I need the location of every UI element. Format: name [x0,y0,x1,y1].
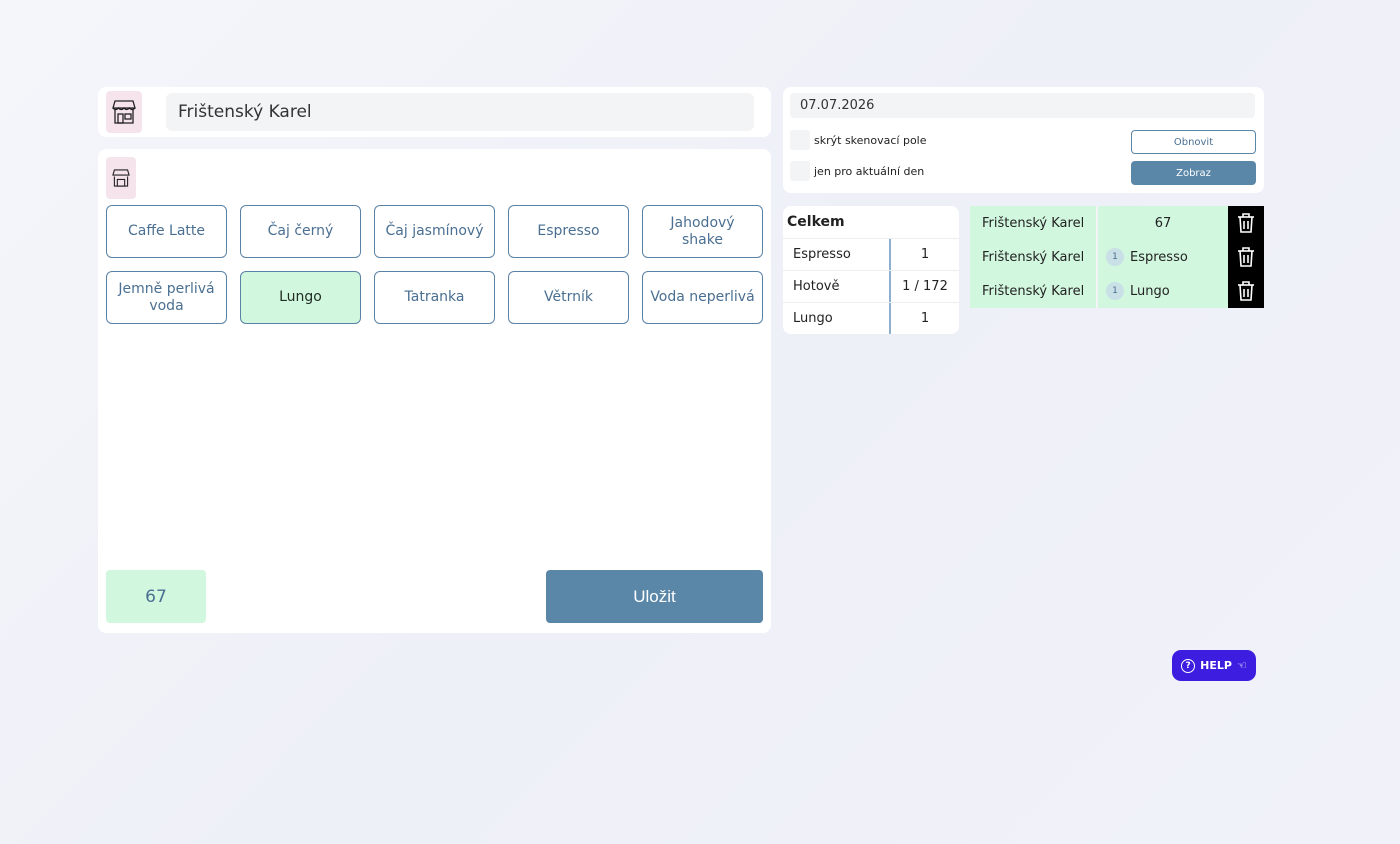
order-customer: Frištenský Karel [970,240,1098,274]
shop-icon [106,91,142,133]
refresh-button[interactable]: Obnovit [1131,130,1256,154]
trash-icon[interactable] [1228,240,1264,274]
product-grid: Caffe Latte Čaj černý Čaj jasmínový Espr… [106,205,763,324]
shop-icon-small [106,157,136,199]
hide-scan-checkbox[interactable] [790,130,810,150]
summary-label: Espresso [793,247,851,262]
trash-icon[interactable] [1228,274,1264,308]
help-label: HELP [1200,659,1232,672]
summary-row: Lungo 1 [783,302,959,334]
summary-row: Hotově 1 / 172 [783,270,959,302]
summary-row: Espresso 1 [783,238,959,270]
summary-label: Lungo [793,311,833,326]
order-row: Frištenský Karel 1 Espresso [970,240,1264,274]
summary-value: 1 [889,239,959,270]
product-button-selected[interactable]: Lungo [240,271,361,324]
product-button[interactable]: Jahodový shake [642,205,763,258]
order-value: 1 Lungo [1098,274,1228,308]
order-item: Lungo [1130,283,1170,299]
show-button[interactable]: Zobraz [1131,161,1256,185]
quantity-badge: 1 [1106,282,1124,300]
today-only-row: jen pro aktuální den [790,161,924,181]
summary-title: Celkem [787,214,845,230]
hide-scan-row: skrýt skenovací pole [790,130,927,150]
date-input[interactable] [790,93,1255,118]
quantity-badge: 1 [1106,248,1124,266]
summary-value: 1 / 172 [889,271,959,302]
hide-scan-label: skrýt skenovací pole [814,133,927,147]
product-button[interactable]: Espresso [508,205,629,258]
order-item: Espresso [1130,249,1188,265]
order-row: Frištenský Karel 1 Lungo [970,274,1264,308]
product-button[interactable]: Voda neperlivá [642,271,763,324]
product-button[interactable]: Větrník [508,271,629,324]
help-icon: ? [1181,658,1196,673]
filter-card: skrýt skenovací pole jen pro aktuální de… [783,87,1264,193]
order-value: 1 Espresso [1098,240,1228,274]
product-button[interactable]: Caffe Latte [106,205,227,258]
product-button[interactable]: Čaj černý [240,205,361,258]
save-button[interactable]: Uložit [546,570,763,623]
product-button[interactable]: Čaj jasmínový [374,205,495,258]
trash-icon[interactable] [1228,206,1264,240]
summary-value: 1 [889,303,959,334]
pointing-hand-icon: ☜ [1236,659,1247,672]
product-panel: Caffe Latte Čaj černý Čaj jasmínový Espr… [98,149,771,633]
summary-label: Hotově [793,279,840,294]
order-customer: Frištenský Karel [970,206,1098,240]
help-button[interactable]: ? HELP ☜ [1172,650,1256,681]
customer-card [98,87,771,137]
product-button[interactable]: Jemně perlivá voda [106,271,227,324]
product-button[interactable]: Tatranka [374,271,495,324]
customer-name-input[interactable] [166,93,754,131]
order-customer: Frištenský Karel [970,274,1098,308]
order-total: 67 [106,570,206,623]
today-only-checkbox[interactable] [790,161,810,181]
today-only-label: jen pro aktuální den [814,164,925,178]
order-row: Frištenský Karel 67 [970,206,1264,240]
summary-card: Celkem Espresso 1 Hotově 1 / 172 Lungo 1 [783,206,959,334]
order-value: 67 [1098,206,1228,240]
